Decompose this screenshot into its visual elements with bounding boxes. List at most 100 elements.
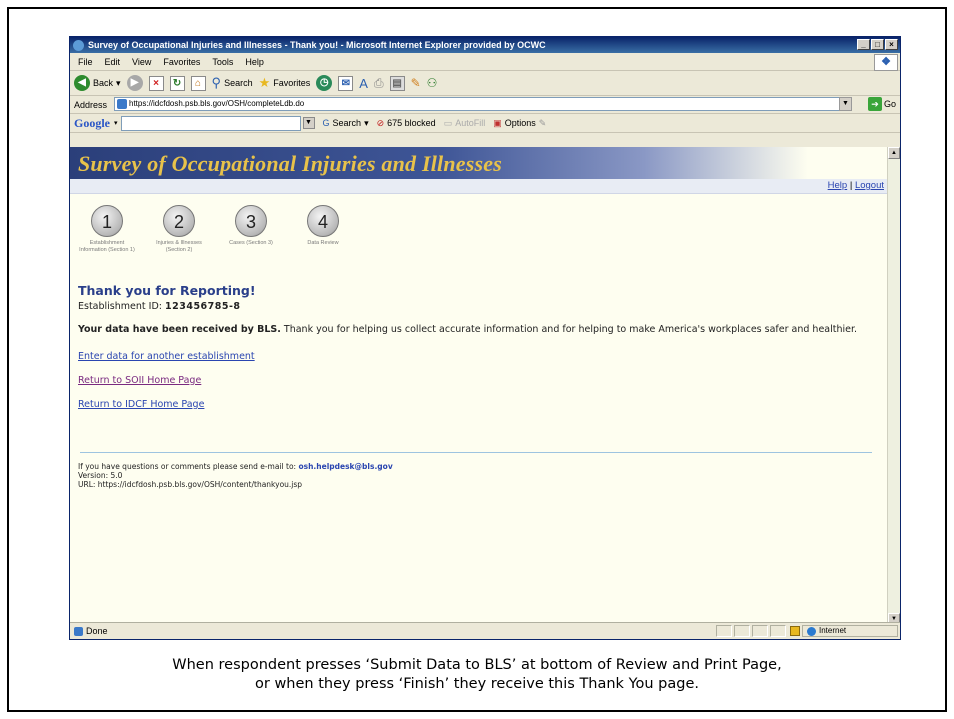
google-toolbar: Google ▾ ▼ G Search ▾ ⊘ 675 blocked ▭ Au… <box>70 114 900 133</box>
step-circle: 2 <box>163 205 195 237</box>
google-logo[interactable]: Google <box>74 116 110 131</box>
page-title: Thank you for Reporting! <box>78 283 256 298</box>
close-button[interactable]: × <box>885 39 898 50</box>
back-arrow-icon: ◀ <box>74 75 90 91</box>
options-label: Options <box>504 118 536 128</box>
step-circle: 1 <box>91 205 123 237</box>
scroll-up-icon[interactable]: ▲ <box>888 147 900 159</box>
establishment-id-row: Establishment ID: 123456785-8 <box>78 301 878 312</box>
step-label: Data Review <box>307 240 339 246</box>
autofill-label: AutoFill <box>455 118 486 128</box>
autofill-icon: ▭ <box>443 117 453 128</box>
go-button[interactable]: ➔ Go <box>867 97 896 111</box>
stop-button[interactable]: × <box>148 75 164 91</box>
menu-edit[interactable]: Edit <box>105 57 121 67</box>
help-separator: | <box>849 180 853 191</box>
favorites-button[interactable]: ★ Favorites <box>259 75 311 91</box>
page-done-icon <box>74 626 83 636</box>
status-cell <box>752 625 768 637</box>
pencil-icon[interactable]: ✎ <box>539 118 547 129</box>
history-button[interactable]: ◷ <box>316 75 333 91</box>
refresh-button[interactable]: ↻ <box>169 75 185 91</box>
discuss-button[interactable]: ✎ <box>411 76 421 90</box>
menu-favorites[interactable]: Favorites <box>163 57 200 67</box>
google-search-dropdown-icon: ▾ <box>364 117 369 128</box>
received-bold: Your data have been received by BLS. <box>78 324 281 335</box>
status-text: Done <box>86 626 108 636</box>
search-button[interactable]: ⚲ Search <box>212 75 253 91</box>
help-link[interactable]: Help <box>828 180 848 191</box>
maximize-button[interactable]: □ <box>871 39 884 50</box>
window-controls: _ □ × <box>857 39 898 50</box>
step-3: 3 Cases (Section 3) <box>222 205 280 253</box>
options-icon: ▣ <box>493 117 502 128</box>
menu-view[interactable]: View <box>132 57 151 67</box>
status-cell <box>716 625 732 637</box>
return-soii-home-link[interactable]: Return to SOII Home Page <box>78 375 878 386</box>
print-button[interactable]: ⎙ <box>374 76 384 91</box>
go-label: Go <box>883 99 896 109</box>
search-label: Search <box>224 78 253 88</box>
return-idcf-home-link[interactable]: Return to IDCF Home Page <box>78 399 878 410</box>
go-arrow-icon: ➔ <box>867 97 882 111</box>
step-4: 4 Data Review <box>294 205 352 253</box>
footer-contact: If you have questions or comments please… <box>78 462 393 471</box>
ie-logo-icon <box>73 39 84 51</box>
forward-button[interactable]: ▶ <box>126 75 143 91</box>
font-size-icon[interactable]: A <box>359 76 368 91</box>
menu-help[interactable]: Help <box>245 57 264 67</box>
options-button[interactable]: ▣ Options ✎ <box>493 118 546 129</box>
footer-question: If you have questions or comments please… <box>78 462 299 471</box>
address-bar: Address https://idcfdosh.psb.bls.gov/OSH… <box>70 96 900 114</box>
standard-toolbar: ◀ Back ▾ ▶ × ↻ ⌂ ⚲ Search ★ Favorites ◷ … <box>70 71 900 96</box>
popup-blocked-label: 675 blocked <box>387 118 436 128</box>
google-search-input[interactable] <box>120 115 301 131</box>
address-input[interactable]: https://idcfdosh.psb.bls.gov/OSH/complet… <box>114 97 844 111</box>
back-dropdown-icon[interactable]: ▾ <box>116 78 121 89</box>
address-dropdown-icon[interactable]: ▼ <box>839 97 852 111</box>
windows-logo-icon: ❖ <box>874 54 898 71</box>
step-circle: 3 <box>235 205 267 237</box>
google-menu-icon[interactable]: ▾ <box>114 119 118 127</box>
menu-tools[interactable]: Tools <box>212 57 233 67</box>
address-label: Address <box>74 99 108 110</box>
establishment-id-value: 123456785-8 <box>165 301 241 312</box>
step-1: 1 Establishment Information (Section 1) <box>78 205 136 253</box>
google-dropdown-icon[interactable]: ▼ <box>302 117 315 129</box>
title-bar: Survey of Occupational Injuries and Illn… <box>70 37 900 53</box>
popup-blocker-button[interactable]: ⊘ 675 blocked <box>377 118 436 129</box>
main-content: Thank you for Reporting! Establishment I… <box>78 283 878 423</box>
status-cell <box>770 625 786 637</box>
address-url: https://idcfdosh.psb.bls.gov/OSH/complet… <box>129 99 305 108</box>
menu-file[interactable]: File <box>78 57 93 67</box>
popup-blocked-icon: ⊘ <box>376 117 385 128</box>
minimize-button[interactable]: _ <box>857 39 870 50</box>
footer-url: URL: https://idcfdosh.psb.bls.gov/OSH/co… <box>78 480 303 489</box>
step-label: Cases (Section 3) <box>229 240 273 246</box>
caption-line-1: When respondent presses ‘Submit Data to … <box>172 657 782 673</box>
logout-link[interactable]: Logout <box>855 180 884 191</box>
mail-button[interactable]: ✉ <box>338 75 354 91</box>
back-button[interactable]: ◀ Back ▾ <box>74 75 121 91</box>
step-2: 2 Injuries & Illnesses (Section 2) <box>150 205 208 253</box>
messenger-button[interactable]: ⚇ <box>427 76 438 90</box>
progress-steps: 1 Establishment Information (Section 1) … <box>78 205 352 253</box>
page-footer: If you have questions or comments please… <box>78 462 393 489</box>
zone-label: Internet <box>819 626 847 635</box>
search-icon: ⚲ <box>211 75 222 90</box>
footer-version: Version: 5.0 <box>78 471 123 480</box>
back-label: Back <box>93 78 114 88</box>
lock-icon <box>790 626 800 636</box>
home-button[interactable]: ⌂ <box>190 75 206 91</box>
vertical-scrollbar[interactable]: ▲ ▼ <box>887 147 900 625</box>
banner-title: Survey of Occupational Injuries and Illn… <box>78 151 502 176</box>
caption-line-2: or when they press ‘Finish’ they receive… <box>255 676 699 692</box>
autofill-button[interactable]: ▭ AutoFill <box>444 118 486 129</box>
enter-another-establishment-link[interactable]: Enter data for another establishment <box>78 351 878 362</box>
helpdesk-email-link[interactable]: osh.helpdesk@bls.gov <box>298 462 392 471</box>
google-search-button[interactable]: G Search ▾ <box>323 118 369 129</box>
edit-button[interactable]: ▤ <box>389 75 405 91</box>
status-text-area: Done <box>70 626 714 636</box>
security-zone: Internet <box>802 625 898 637</box>
step-circle: 4 <box>307 205 339 237</box>
